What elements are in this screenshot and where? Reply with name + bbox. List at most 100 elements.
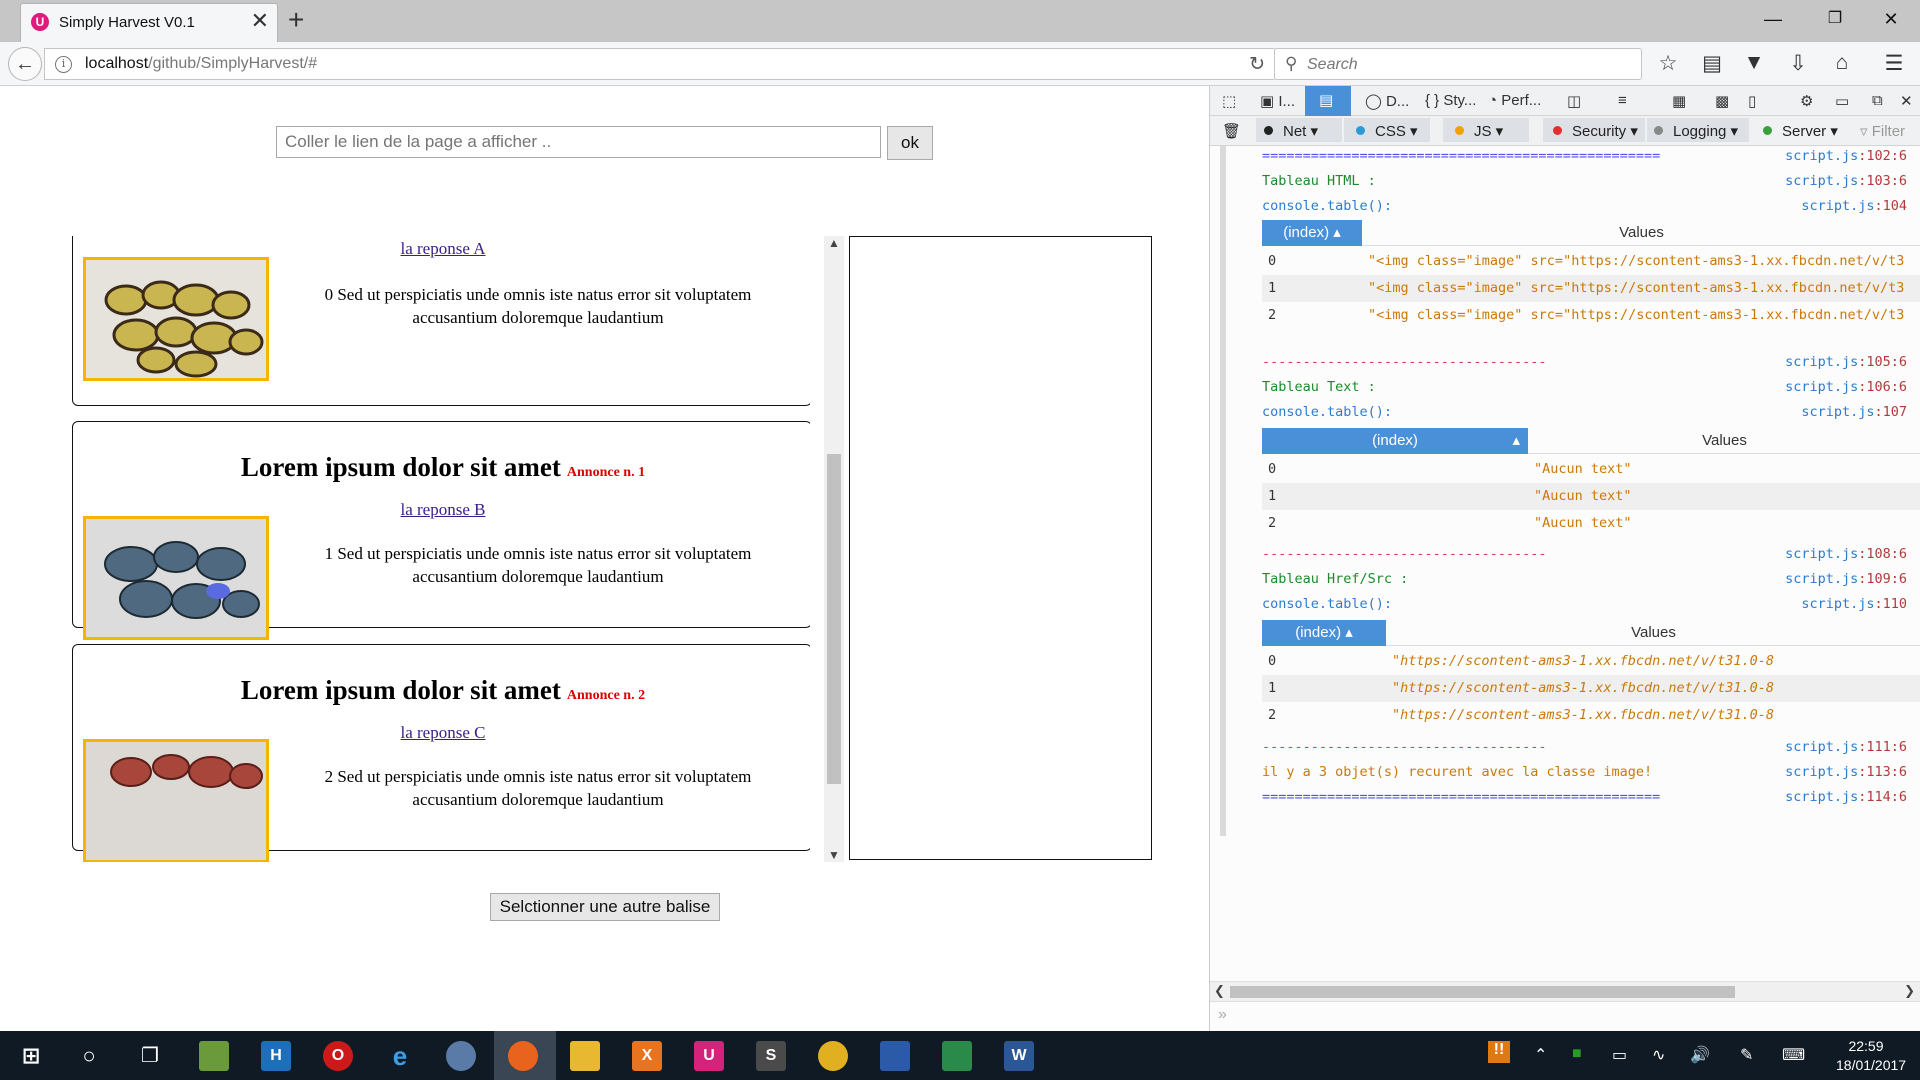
- app-u-icon[interactable]: U: [694, 1041, 724, 1071]
- menu-icon[interactable]: ☰: [1880, 51, 1908, 76]
- notification-alert-icon[interactable]: !!: [1488, 1041, 1510, 1063]
- scroll-right-icon[interactable]: ❯: [1904, 983, 1915, 999]
- tab-console[interactable]: ▤: [1305, 86, 1351, 116]
- battery-icon[interactable]: ▭: [1612, 1045, 1627, 1065]
- source-link[interactable]: script.js:108:6: [1785, 546, 1907, 562]
- git-icon[interactable]: [942, 1041, 972, 1071]
- star-icon[interactable]: ☆: [1654, 51, 1682, 76]
- browser-tab[interactable]: U Simply Harvest V0.1 ✕: [20, 3, 278, 42]
- source-link[interactable]: script.js:105:6: [1785, 354, 1907, 370]
- keyboard-icon[interactable]: ⌨: [1782, 1045, 1805, 1065]
- tray-app-icon[interactable]: ■: [1572, 1045, 1582, 1063]
- scrollbar-thumb[interactable]: [1230, 986, 1735, 998]
- memory-icon[interactable]: ◫: [1567, 92, 1581, 110]
- table-header-index[interactable]: (index) ▴: [1262, 428, 1528, 454]
- undock-icon[interactable]: ⧉: [1872, 92, 1883, 109]
- windows-start-icon[interactable]: ⊞: [16, 1041, 46, 1071]
- source-link[interactable]: script.js:103:6: [1785, 173, 1907, 189]
- pocket-icon[interactable]: ▼: [1740, 51, 1768, 75]
- search-circle-icon[interactable]: ○: [74, 1041, 104, 1071]
- app-h-icon[interactable]: H: [261, 1041, 291, 1071]
- table-header-index[interactable]: (index) ▴: [1262, 620, 1386, 646]
- pick-element-icon[interactable]: ⬚: [1222, 92, 1236, 110]
- results-list[interactable]: la reponse A 0 Sed ut perspiciatis unde …: [58, 236, 810, 862]
- filter-security[interactable]: Security ▾: [1553, 122, 1638, 140]
- source-link[interactable]: script.js:104: [1801, 198, 1907, 214]
- source-link[interactable]: script.js:113:6: [1785, 764, 1907, 780]
- wifi-icon[interactable]: ∿: [1652, 1045, 1665, 1065]
- filter-net[interactable]: Net ▾: [1264, 122, 1318, 140]
- reading-list-icon[interactable]: ▤: [1698, 51, 1726, 76]
- url-text[interactable]: localhost/github/SimplyHarvest/#: [85, 55, 317, 73]
- word-icon[interactable]: W: [1004, 1041, 1034, 1071]
- source-link[interactable]: script.js:111:6: [1785, 739, 1907, 755]
- source-link[interactable]: script.js:109:6: [1785, 571, 1907, 587]
- task-view-icon[interactable]: ❐: [135, 1041, 165, 1071]
- settings-gear-icon[interactable]: ⚙: [1800, 92, 1813, 110]
- source-link[interactable]: script.js:102:6: [1785, 148, 1907, 164]
- clear-console-icon[interactable]: 🗑: [1222, 122, 1241, 140]
- link-input[interactable]: [276, 126, 881, 158]
- show-hidden-icons-chevron-icon[interactable]: ⌃: [1534, 1045, 1547, 1065]
- file-explorer-icon[interactable]: [570, 1041, 600, 1071]
- xampp-icon[interactable]: X: [632, 1041, 662, 1071]
- site-info-icon[interactable]: i: [55, 56, 72, 73]
- ok-button[interactable]: ok: [887, 126, 933, 160]
- minimize-button[interactable]: —: [1750, 4, 1796, 34]
- filter-server[interactable]: Server ▾: [1763, 122, 1838, 140]
- table-header-values[interactable]: Values: [1528, 428, 1920, 454]
- layout-icon[interactable]: ▦: [1672, 92, 1686, 110]
- dock-icon[interactable]: ▭: [1835, 92, 1849, 110]
- reload-icon[interactable]: ↻: [1249, 53, 1265, 76]
- source-link[interactable]: script.js:107: [1801, 404, 1907, 420]
- select-other-tag-button[interactable]: Selctionner une autre balise: [490, 893, 720, 921]
- network-globe-icon[interactable]: [446, 1041, 476, 1071]
- close-devtools-icon[interactable]: ✕: [1900, 92, 1913, 110]
- response-link[interactable]: la reponse A: [73, 239, 810, 259]
- filter-js[interactable]: JS ▾: [1455, 122, 1503, 140]
- edge-icon[interactable]: e: [385, 1041, 415, 1071]
- filter-css[interactable]: CSS ▾: [1356, 122, 1418, 140]
- table-header-values[interactable]: Values: [1386, 620, 1920, 646]
- tab-close-icon[interactable]: ✕: [251, 10, 269, 32]
- list-scrollbar[interactable]: ▲ ▼: [824, 236, 844, 862]
- scroll-up-icon[interactable]: ▲: [824, 236, 844, 250]
- responsive-icon[interactable]: ▯: [1748, 92, 1756, 110]
- address-bar[interactable]: i localhost/github/SimplyHarvest/# ↻: [44, 48, 1276, 80]
- logging-dot-icon: [1654, 126, 1663, 135]
- source-link[interactable]: script.js:110: [1801, 596, 1907, 612]
- source-link[interactable]: script.js:106:6: [1785, 379, 1907, 395]
- source-link[interactable]: script.js:114:6: [1785, 789, 1907, 805]
- console-input[interactable]: »: [1210, 1001, 1920, 1031]
- tab-performance[interactable]: ◔ Perf...: [1488, 92, 1541, 109]
- close-window-button[interactable]: ✕: [1868, 4, 1914, 34]
- back-arrow-icon[interactable]: ←: [8, 47, 42, 81]
- table-header-index[interactable]: (index) ▴: [1262, 220, 1362, 246]
- opera-icon[interactable]: O: [323, 1041, 353, 1071]
- firefox-icon[interactable]: [508, 1041, 538, 1071]
- console-filter-input[interactable]: ▿ Filter: [1860, 122, 1905, 140]
- tab-style-editor[interactable]: { } Sty...: [1425, 92, 1476, 109]
- clock[interactable]: 22:59 18/01/2017: [1836, 1037, 1906, 1075]
- download-icon[interactable]: ⇩: [1784, 51, 1812, 76]
- table-header-values[interactable]: Values: [1362, 220, 1920, 246]
- home-icon[interactable]: ⌂: [1828, 51, 1856, 75]
- minecraft-icon[interactable]: [199, 1041, 229, 1071]
- scroll-left-icon[interactable]: ❮: [1214, 983, 1225, 999]
- split-console-icon[interactable]: ▩: [1715, 92, 1729, 110]
- volume-icon[interactable]: 🔊: [1690, 1045, 1710, 1065]
- tab-debugger[interactable]: ◯ D...: [1365, 92, 1409, 110]
- chrome-icon[interactable]: [818, 1041, 848, 1071]
- filter-logging[interactable]: Logging ▾: [1654, 122, 1738, 140]
- console-horizontal-scrollbar[interactable]: ❮ ❯: [1210, 981, 1920, 1001]
- network-tool-icon[interactable]: [880, 1041, 910, 1071]
- search-input[interactable]: ⚲ Search: [1274, 48, 1642, 80]
- pen-icon[interactable]: ✎: [1740, 1045, 1753, 1065]
- maximize-button[interactable]: ❐: [1812, 4, 1858, 34]
- sublime-icon[interactable]: S: [756, 1041, 786, 1071]
- scroll-down-icon[interactable]: ▼: [824, 848, 844, 862]
- new-tab-button[interactable]: +: [288, 4, 304, 36]
- scrollbar-thumb[interactable]: [827, 454, 841, 784]
- tab-inspector[interactable]: ▣ I...: [1260, 92, 1295, 110]
- network-icon[interactable]: ≡: [1618, 92, 1627, 109]
